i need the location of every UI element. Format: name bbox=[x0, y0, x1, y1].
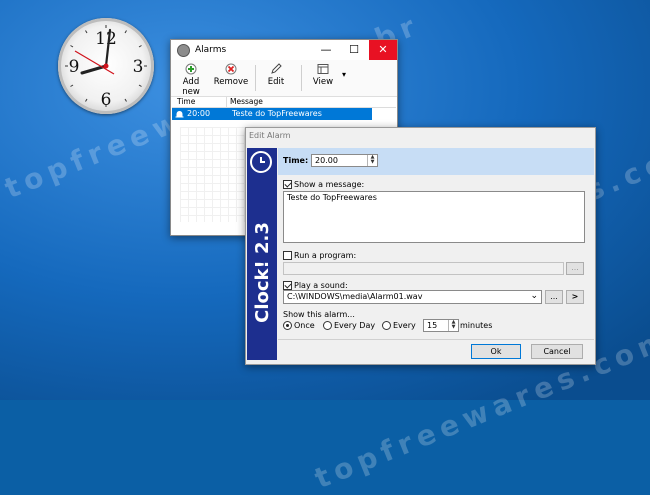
close-button[interactable]: ✕ bbox=[369, 40, 397, 60]
add-new-button[interactable]: Add new bbox=[173, 62, 209, 97]
alarm-message: Teste do TopFreewares bbox=[232, 109, 322, 118]
time-spinner[interactable]: ▲ ▼ bbox=[367, 155, 377, 166]
alarms-toolbar: Add new Remove Edit View ▾ bbox=[171, 60, 397, 97]
analog-clock[interactable]: 12 3 6 9 bbox=[58, 18, 154, 114]
alarm-time: 20:00 bbox=[187, 109, 211, 118]
view-icon bbox=[317, 64, 329, 74]
ok-button[interactable]: Ok bbox=[471, 344, 521, 359]
column-divider[interactable] bbox=[226, 97, 227, 107]
view-dropdown-arrow[interactable]: ▾ bbox=[342, 70, 346, 79]
show-alarm-label: Show this alarm... bbox=[283, 310, 355, 319]
view-label: View bbox=[312, 77, 334, 87]
remove-button[interactable]: Remove bbox=[213, 62, 249, 94]
toolbar-divider bbox=[255, 65, 256, 91]
run-program-label: Run a program: bbox=[294, 251, 357, 260]
window-title: Alarms bbox=[195, 45, 227, 55]
edit-alarm-dialog: Edit Alarm Clock! 2.3 Time: 20.00 ▲ ▼ Sh… bbox=[245, 127, 596, 365]
brand-text: Clock! 2.3 bbox=[252, 222, 273, 323]
play-sound-label: Play a sound: bbox=[294, 281, 348, 290]
column-header-message[interactable]: Message bbox=[230, 97, 263, 106]
message-textarea[interactable]: Teste do TopFreewares bbox=[283, 191, 585, 243]
message-text: Teste do TopFreewares bbox=[287, 193, 377, 202]
brand-text-box: Clock! 2.3 bbox=[251, 190, 275, 355]
clock-center bbox=[103, 63, 109, 69]
time-input[interactable]: 20.00 ▲ ▼ bbox=[311, 154, 378, 167]
clock-numeral-6: 6 bbox=[101, 90, 112, 110]
brand-panel: Clock! 2.3 bbox=[247, 148, 277, 360]
app-clock-icon bbox=[177, 44, 190, 57]
show-message-checkbox[interactable] bbox=[283, 180, 292, 189]
pencil-icon bbox=[271, 63, 282, 74]
browse-sound-button[interactable]: ... bbox=[545, 290, 563, 304]
time-value: 20.00 bbox=[315, 156, 338, 165]
sound-value: C:\WINDOWS\media\Alarm01.wav bbox=[287, 292, 423, 301]
clock-logo-icon bbox=[250, 151, 272, 173]
alarm-row[interactable]: 20:00 Teste do TopFreewares bbox=[172, 108, 372, 120]
remove-icon bbox=[225, 63, 237, 75]
cancel-button[interactable]: Cancel bbox=[531, 344, 583, 359]
program-input[interactable] bbox=[283, 262, 564, 275]
add-icon bbox=[185, 63, 197, 75]
minimize-button[interactable]: — bbox=[312, 40, 340, 60]
view-button[interactable]: View bbox=[308, 62, 338, 94]
clock-numeral-12: 12 bbox=[95, 29, 117, 49]
list-header: Time Message bbox=[172, 97, 396, 108]
time-label: Time: bbox=[283, 156, 309, 165]
toolbar-divider bbox=[301, 65, 302, 91]
sound-select[interactable]: C:\WINDOWS\media\Alarm01.wav ⌄ bbox=[283, 290, 542, 304]
clock-numeral-9: 9 bbox=[69, 57, 80, 77]
interval-value: 15 bbox=[427, 321, 438, 330]
browse-program-button[interactable]: ... bbox=[566, 262, 584, 275]
footer-divider bbox=[278, 339, 594, 340]
clock-numeral-3: 3 bbox=[133, 57, 144, 77]
every-day-label: Every Day bbox=[334, 321, 376, 330]
clock-face: 12 3 6 9 bbox=[65, 25, 147, 110]
once-radio[interactable] bbox=[283, 321, 292, 330]
play-sound-checkbox[interactable] bbox=[283, 281, 292, 290]
edit-label: Edit bbox=[267, 77, 285, 87]
column-header-time[interactable]: Time bbox=[177, 97, 195, 106]
maximize-button[interactable]: ☐ bbox=[340, 40, 368, 60]
show-message-label: Show a message: bbox=[294, 180, 365, 189]
edit-button[interactable]: Edit bbox=[261, 62, 291, 94]
every-label: Every bbox=[393, 321, 416, 330]
once-label: Once bbox=[294, 321, 315, 330]
dialog-title: Edit Alarm bbox=[249, 131, 291, 140]
every-radio[interactable] bbox=[382, 321, 391, 330]
dropdown-arrow-icon: ⌄ bbox=[530, 291, 538, 301]
interval-spinner[interactable]: ▲ ▼ bbox=[448, 320, 458, 331]
remove-label: Remove bbox=[213, 77, 249, 87]
minutes-label: minutes bbox=[460, 321, 493, 330]
alarm-bell-icon bbox=[175, 111, 184, 118]
every-day-radio[interactable] bbox=[323, 321, 332, 330]
add-new-label: Add new bbox=[182, 77, 200, 97]
interval-input[interactable]: 15 ▲ ▼ bbox=[423, 319, 459, 332]
spin-down-icon[interactable]: ▼ bbox=[449, 325, 458, 330]
run-program-checkbox[interactable] bbox=[283, 251, 292, 260]
play-sound-button[interactable]: > bbox=[566, 290, 584, 304]
spin-down-icon[interactable]: ▼ bbox=[368, 160, 377, 165]
alarms-titlebar[interactable]: Alarms — ☐ ✕ bbox=[171, 40, 397, 60]
